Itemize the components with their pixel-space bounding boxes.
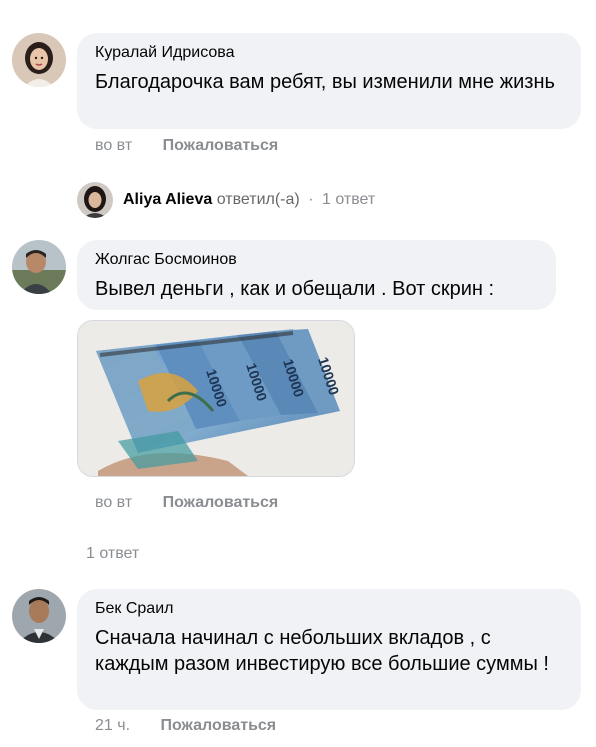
comment-meta-1: во вт Пожаловаться: [95, 137, 278, 155]
comment-text: Благодарочка вам ребят, вы изменили мне …: [95, 71, 555, 93]
reply-action: ответил(-а): [216, 191, 300, 208]
comment-author[interactable]: Жолгас Босмоинов: [95, 250, 538, 270]
comment-time[interactable]: во вт: [95, 137, 132, 155]
view-replies-link[interactable]: 1 ответ: [86, 545, 139, 563]
avatar-kuralay[interactable]: [12, 33, 66, 87]
avatar-zholgas[interactable]: [12, 240, 66, 294]
comment-text: Вывел деньги , как и обещали . Вот скрин…: [95, 278, 495, 300]
reply-preview[interactable]: Aliya Alieva ответил(-а) · 1 ответ: [123, 191, 375, 209]
comment-author[interactable]: Куралай Идрисова: [95, 43, 563, 63]
comment-author[interactable]: Бек Сраил: [95, 599, 563, 619]
complain-button[interactable]: Пожаловаться: [163, 137, 279, 154]
comment-time[interactable]: 21 ч.: [95, 717, 130, 735]
avatar-aliya[interactable]: [77, 182, 113, 218]
avatar-bek[interactable]: [12, 589, 66, 643]
comment-meta-3: 21 ч. Пожаловаться: [95, 717, 276, 735]
comment-bubble-2: Жолгас Босмоинов Вывел деньги , как и об…: [77, 240, 556, 310]
reply-separator: ·: [308, 191, 314, 208]
comment-time[interactable]: во вт: [95, 494, 132, 512]
reply-count[interactable]: 1 ответ: [322, 191, 375, 208]
comment-bubble-3: Бек Сраил Сначала начинал с небольших вк…: [77, 589, 581, 710]
complain-button[interactable]: Пожаловаться: [163, 494, 279, 511]
attached-photo[interactable]: 10000 10000 10000 10000: [77, 320, 355, 477]
complain-button[interactable]: Пожаловаться: [160, 717, 276, 734]
comment-text: Сначала начинал с небольших вкладов , с …: [95, 627, 549, 675]
comment-bubble-1: Куралай Идрисова Благодарочка вам ребят,…: [77, 33, 581, 129]
reply-author[interactable]: Aliya Alieva: [123, 191, 212, 208]
comment-meta-2: во вт Пожаловаться: [95, 494, 278, 512]
